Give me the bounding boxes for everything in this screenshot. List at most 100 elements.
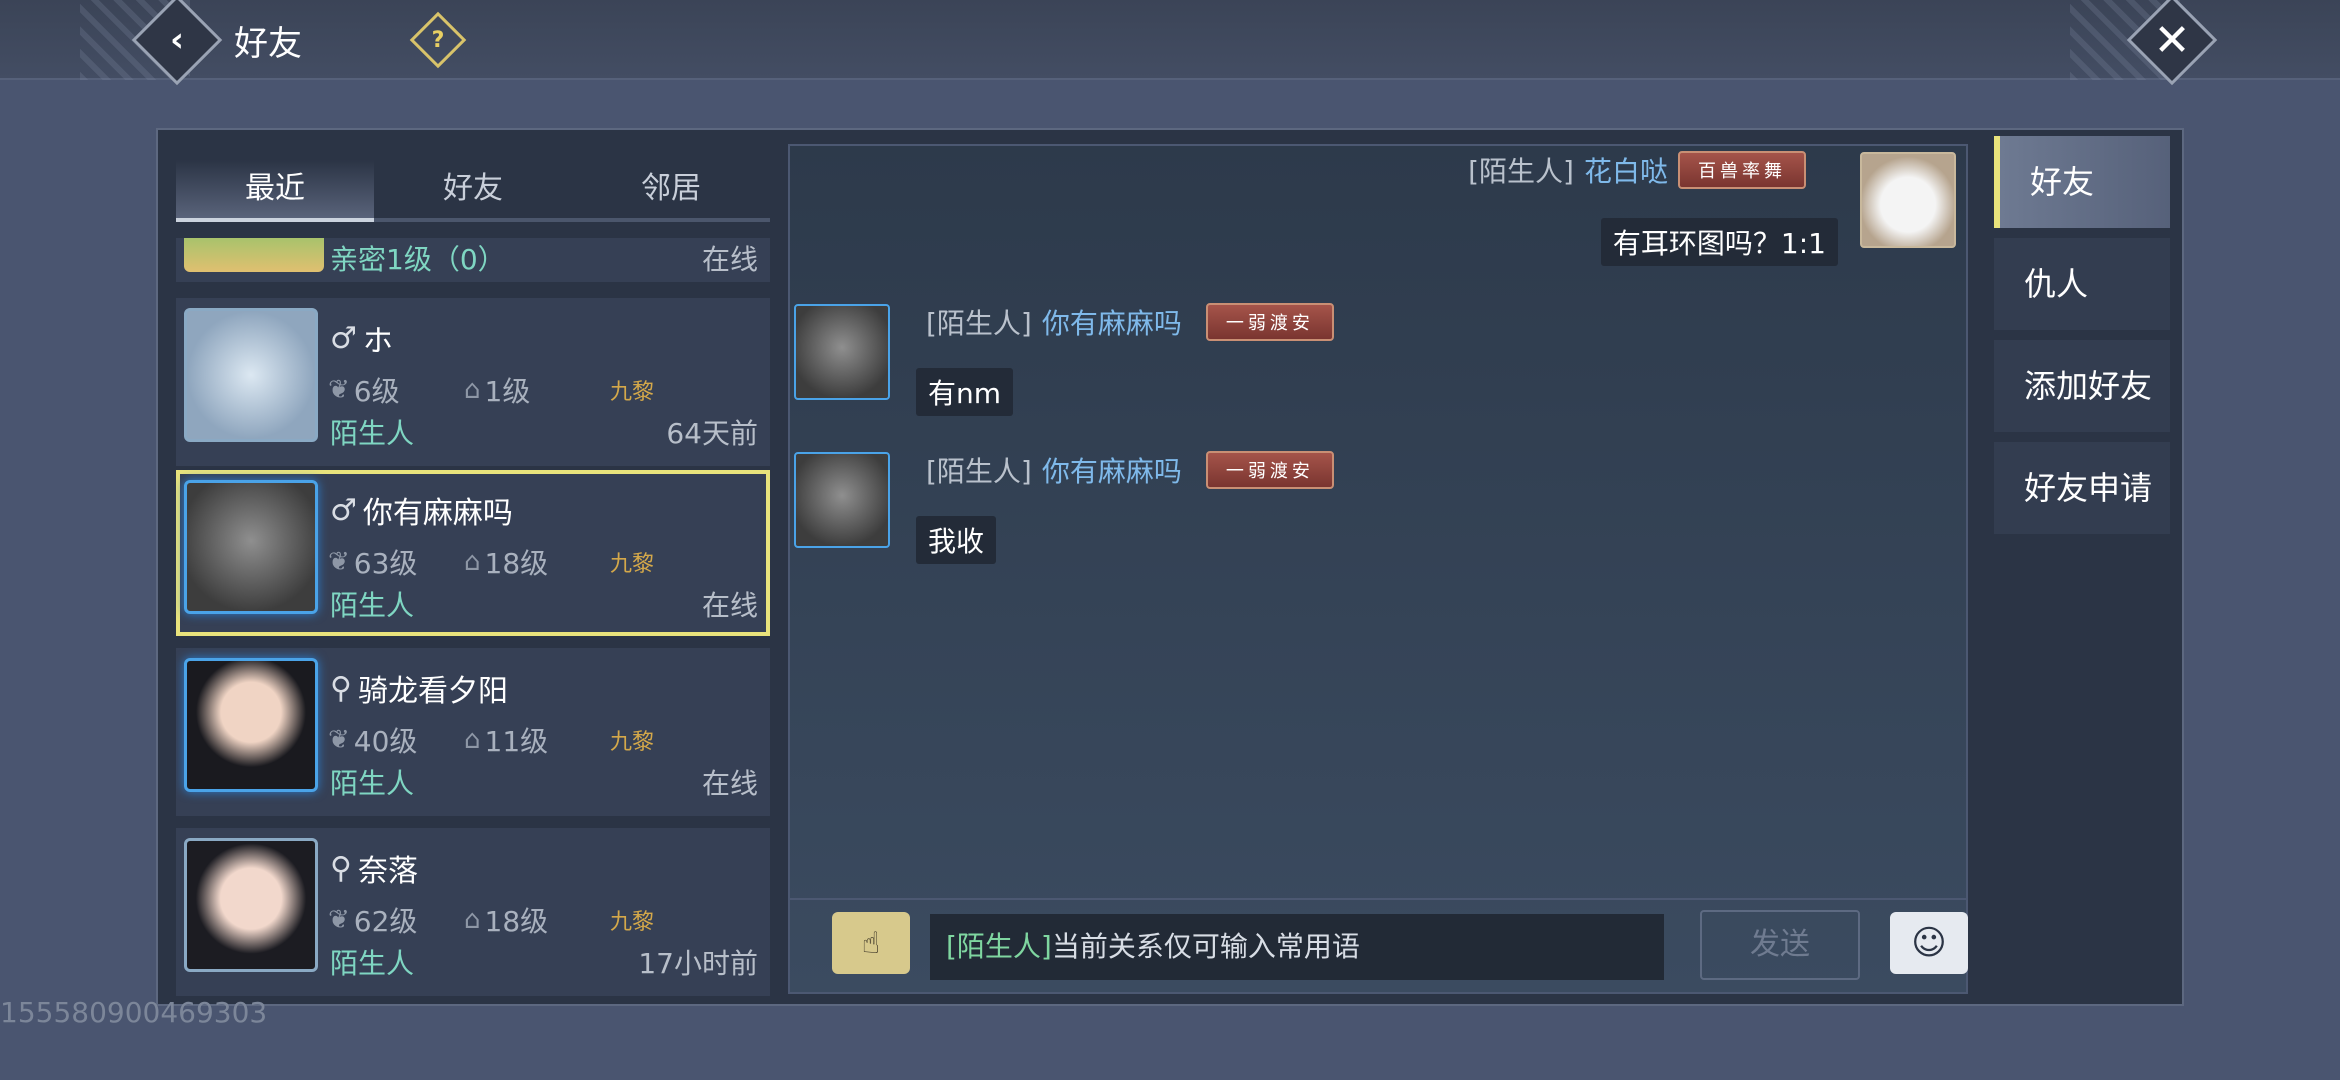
name-row: ⚲ 骑龙看夕阳 bbox=[330, 666, 508, 710]
list-tabs: 最近 好友 邻居 bbox=[176, 160, 770, 222]
message-header: [陌生人] 你有麻麻吗 一弱渡安 bbox=[926, 450, 1334, 490]
home-icon: ⌂ bbox=[464, 725, 481, 755]
friend-name: 你有麻麻吗 bbox=[362, 496, 513, 531]
close-icon: ✕ bbox=[2153, 14, 2191, 66]
stranger-tag: [陌生人] bbox=[926, 455, 1032, 488]
online-status: 在线 bbox=[701, 767, 758, 800]
message-bubble: 我收 bbox=[916, 516, 997, 564]
side-tab-add-friend[interactable]: 添加好友 bbox=[1994, 340, 2170, 432]
home-level: 11级 bbox=[484, 725, 549, 758]
chat-window[interactable]: [陌生人] 花白哒 百兽率舞 有耳环图吗？1:1 [陌生人] 你有麻麻吗 一弱渡… bbox=[788, 144, 1968, 994]
message-header: [陌生人] 花白哒 百兽率舞 bbox=[1468, 150, 1806, 190]
relation-row: 陌生人 在线 bbox=[330, 762, 758, 802]
level: 63级 bbox=[353, 547, 418, 580]
input-relation-tag: [陌生人] bbox=[946, 930, 1052, 963]
sender-name[interactable]: 你有麻麻吗 bbox=[1042, 302, 1182, 342]
back-icon: ‹ bbox=[169, 20, 184, 60]
name-row: ⚲ 奈落 bbox=[330, 846, 418, 890]
avatar bbox=[184, 308, 318, 442]
chat-input[interactable]: [陌生人]当前关系仅可输入常用语 bbox=[930, 914, 1664, 980]
title-badge: 一弱渡安 bbox=[1205, 451, 1334, 489]
message-bubble: 有耳环图吗？1:1 bbox=[1600, 218, 1838, 266]
help-icon: ? bbox=[431, 27, 445, 53]
input-placeholder: 当前关系仅可输入常用语 bbox=[1051, 930, 1360, 963]
quick-phrase-button[interactable]: ☝ bbox=[832, 912, 910, 974]
relation-label: 亲密1级（0） bbox=[330, 243, 506, 276]
relation-label: 陌生人 bbox=[330, 417, 415, 450]
male-icon: ♂ bbox=[330, 320, 357, 356]
message-bubble: 有nm bbox=[916, 368, 1014, 416]
title-badge: 一弱渡安 bbox=[1205, 303, 1334, 341]
help-button[interactable]: ? bbox=[409, 11, 467, 69]
level-icon: ❦ bbox=[328, 547, 350, 577]
avatar[interactable] bbox=[794, 304, 890, 400]
server-name: 九黎 bbox=[610, 552, 655, 577]
stats-row: ❦ 40级 ⌂ 11级 九黎 bbox=[328, 720, 654, 760]
send-button[interactable]: 发送 bbox=[1700, 910, 1860, 980]
stranger-tag: [陌生人] bbox=[1468, 155, 1574, 188]
female-icon: ⚲ bbox=[330, 670, 352, 706]
tab-neighbors[interactable]: 邻居 bbox=[572, 160, 770, 222]
friend-list[interactable]: 亲密1级（0） 在线 ♂ ホ ❦ 6级 ⌂ 1级 九黎 陌生人 64天前 ♂ 你… bbox=[176, 238, 770, 1000]
stranger-tag: [陌生人] bbox=[926, 307, 1032, 340]
friend-name: 骑龙看夕阳 bbox=[357, 674, 508, 709]
watermark-id: 155580900469303 bbox=[0, 996, 268, 1029]
side-tab-friend-requests[interactable]: 好友申请 bbox=[1994, 442, 2170, 534]
friend-name: ホ bbox=[362, 324, 393, 359]
relation-row: 陌生人 64天前 bbox=[330, 412, 758, 452]
server-name: 九黎 bbox=[610, 910, 655, 935]
level: 6级 bbox=[353, 375, 400, 408]
relation-row: 亲密1级（0） 在线 bbox=[330, 238, 758, 278]
home-icon: ⌂ bbox=[464, 905, 481, 935]
level: 62级 bbox=[353, 905, 418, 938]
stats-row: ❦ 62级 ⌂ 18级 九黎 bbox=[328, 900, 654, 940]
side-tab-enemies[interactable]: 仇人 bbox=[1994, 238, 2170, 330]
avatar bbox=[184, 838, 318, 972]
level-icon: ❦ bbox=[328, 725, 350, 755]
list-item[interactable]: 亲密1级（0） 在线 bbox=[176, 238, 770, 282]
level: 40级 bbox=[353, 725, 418, 758]
home-icon: ⌂ bbox=[464, 547, 481, 577]
name-row: ♂ 你有麻麻吗 bbox=[330, 488, 513, 532]
level-icon: ❦ bbox=[328, 905, 350, 935]
male-icon: ♂ bbox=[330, 492, 357, 528]
list-item[interactable]: ⚲ 奈落 ❦ 62级 ⌂ 18级 九黎 陌生人 17小时前 bbox=[176, 828, 770, 996]
friends-panel: 最近 好友 邻居 亲密1级（0） 在线 ♂ ホ ❦ 6级 ⌂ 1级 九黎 陌生人… bbox=[156, 128, 2184, 1006]
tab-friends[interactable]: 好友 bbox=[374, 160, 572, 222]
name-row: ♂ ホ bbox=[330, 316, 393, 360]
list-item-selected[interactable]: ♂ 你有麻麻吗 ❦ 63级 ⌂ 18级 九黎 陌生人 在线 bbox=[176, 470, 770, 636]
last-online: 64天前 bbox=[666, 417, 758, 450]
emoji-button[interactable]: ☺ bbox=[1890, 912, 1968, 974]
sender-name[interactable]: 花白哒 bbox=[1584, 150, 1668, 190]
sender-name[interactable]: 你有麻麻吗 bbox=[1042, 450, 1182, 490]
relation-row: 陌生人 17小时前 bbox=[330, 942, 758, 982]
avatar bbox=[184, 658, 318, 792]
tab-recent[interactable]: 最近 bbox=[176, 160, 374, 222]
stats-row: ❦ 63级 ⌂ 18级 九黎 bbox=[328, 542, 654, 582]
last-online: 17小时前 bbox=[638, 947, 758, 980]
female-icon: ⚲ bbox=[330, 850, 352, 886]
list-item[interactable]: ⚲ 骑龙看夕阳 ❦ 40级 ⌂ 11级 九黎 陌生人 在线 bbox=[176, 648, 770, 816]
smiley-icon: ☺ bbox=[1911, 923, 1947, 963]
server-name: 九黎 bbox=[610, 730, 655, 755]
home-level: 18级 bbox=[484, 547, 549, 580]
avatar bbox=[184, 480, 318, 614]
hand-icon: ☝ bbox=[861, 925, 881, 961]
avatar[interactable] bbox=[1860, 152, 1956, 248]
avatar bbox=[184, 238, 324, 272]
home-level: 1级 bbox=[484, 375, 531, 408]
server-name: 九黎 bbox=[610, 380, 655, 405]
side-tab-friends[interactable]: 好友 bbox=[1994, 136, 2170, 228]
home-icon: ⌂ bbox=[464, 375, 481, 405]
page-title: 好友 bbox=[234, 24, 302, 64]
stats-row: ❦ 6级 ⌂ 1级 九黎 bbox=[328, 370, 654, 410]
online-status: 在线 bbox=[701, 589, 758, 622]
friend-name: 奈落 bbox=[357, 854, 418, 889]
top-bar: ‹ 好友 ? ✕ bbox=[0, 0, 2340, 86]
title-badge: 百兽率舞 bbox=[1678, 151, 1806, 189]
avatar[interactable] bbox=[794, 452, 890, 548]
level-icon: ❦ bbox=[328, 375, 350, 405]
relation-label: 陌生人 bbox=[330, 947, 415, 980]
online-status: 在线 bbox=[701, 243, 758, 276]
list-item[interactable]: ♂ ホ ❦ 6级 ⌂ 1级 九黎 陌生人 64天前 bbox=[176, 298, 770, 466]
